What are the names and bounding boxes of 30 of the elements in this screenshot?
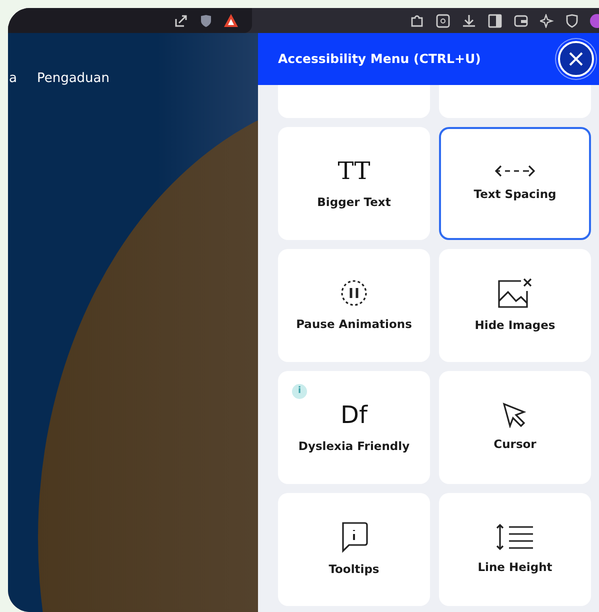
option-tile[interactable]: Hide Images (439, 249, 591, 362)
option-tile[interactable]: Line Height (439, 493, 591, 606)
panel-title: Accessibility Menu (CTRL+U) (278, 50, 481, 68)
triangle-icon[interactable] (224, 14, 238, 27)
hidden-image-icon (497, 276, 533, 309)
line-height-icon (495, 522, 535, 551)
shield-icon[interactable] (200, 14, 212, 28)
nav-link[interactable]: Pengaduan (36, 69, 110, 88)
cursor-icon (502, 402, 528, 428)
share-icon[interactable] (174, 14, 188, 28)
pause-icon (339, 278, 369, 308)
shield-icon[interactable] (566, 14, 578, 28)
close-icon (569, 52, 583, 66)
tooltip-icon (339, 520, 369, 553)
font-icon: Df (340, 400, 368, 430)
sparkle-icon[interactable] (540, 14, 554, 28)
page-search-icon[interactable] (436, 14, 450, 28)
text-size-icon: TT (338, 156, 370, 186)
download-icon[interactable] (462, 14, 476, 28)
option-tile[interactable]: i Df Dyslexia Friendly (278, 371, 430, 484)
option-tile[interactable]: Text Spacing (439, 127, 591, 240)
arrows-icon (495, 164, 535, 178)
option-tile[interactable]: Cursor (439, 371, 591, 484)
close-button[interactable] (558, 41, 594, 77)
wallet-icon[interactable] (514, 14, 528, 28)
option-tile[interactable]: TT Bigger Text (278, 127, 430, 240)
option-tile[interactable]: Pause Animations (278, 249, 430, 362)
option-tile[interactable]: Tooltips (278, 493, 430, 606)
sidebar-icon[interactable] (488, 14, 502, 28)
nav-link[interactable]: a (9, 69, 17, 88)
